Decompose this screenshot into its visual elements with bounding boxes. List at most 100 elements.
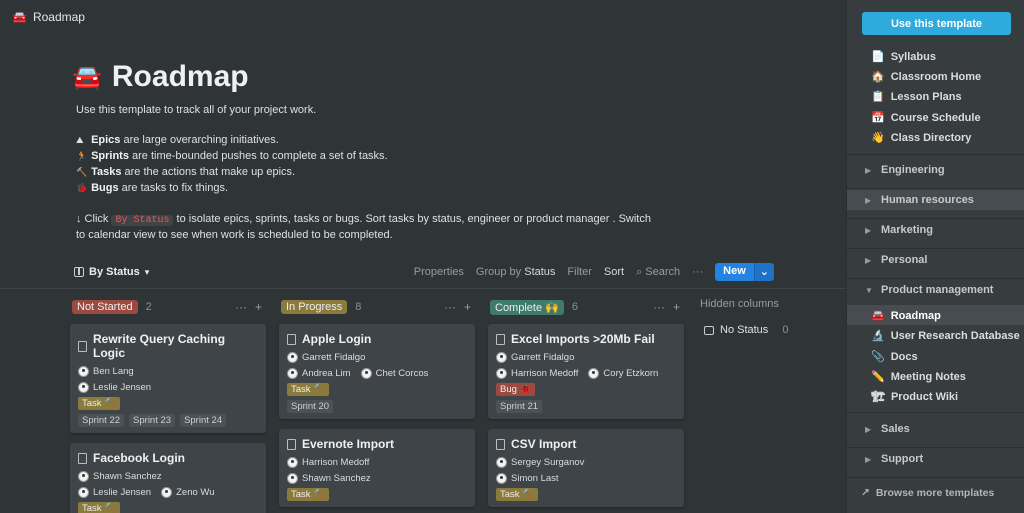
add-icon[interactable]: + <box>464 300 471 314</box>
page-emoji-icon: 📅 <box>871 111 885 124</box>
sidebar-link[interactable]: 🏗 Product Wiki <box>871 390 958 403</box>
sidebar-link[interactable]: 🏠 Classroom Home <box>871 70 981 83</box>
browse-templates-link[interactable]: ↗ Browse more templates <box>861 487 994 499</box>
sidebar-link[interactable]: 👋 Class Directory <box>871 131 971 144</box>
people-row: Harrison Medoff <box>287 457 467 468</box>
column-header: Not Started 2 ··· + <box>72 298 266 316</box>
page-title-text[interactable]: Roadmap <box>112 60 249 94</box>
people-row: Garrett Fidalgo <box>287 352 467 363</box>
divider <box>847 188 1024 189</box>
sidebar-group[interactable]: ▶ Engineering <box>865 164 945 176</box>
divider <box>847 248 1024 249</box>
use-template-button[interactable]: Use this template <box>862 12 1011 35</box>
database-view-bar: By Status ▾ Properties Group by Status F… <box>74 262 774 282</box>
breadcrumb-title[interactable]: Roadmap <box>33 10 85 24</box>
column-tools: ··· + <box>653 300 680 314</box>
sidebar-link[interactable]: ✏️ Meeting Notes <box>871 370 966 383</box>
new-dropdown-button[interactable]: ⌄ <box>753 263 774 281</box>
new-button[interactable]: New <box>715 263 754 281</box>
column-status-tag[interactable]: Complete 🙌 <box>490 299 564 315</box>
sidebar-group-label: Marketing <box>881 224 933 236</box>
search-button[interactable]: ⌕ Search <box>636 266 680 279</box>
add-icon[interactable]: + <box>673 300 680 314</box>
sidebar-group[interactable]: ▼ Product management <box>865 284 993 296</box>
avatar <box>287 457 298 468</box>
bullet-term: Bugs <box>91 182 119 194</box>
person: Leslie Jensen <box>78 382 151 393</box>
column-status-tag[interactable]: In Progress <box>281 300 348 314</box>
person-name: Garrett Fidalgo <box>302 352 366 363</box>
sidebar-group[interactable]: ▶ Human resources <box>865 194 974 206</box>
person-name: Andrea Lim <box>302 368 351 379</box>
board-card[interactable]: Evernote Import Harrison Medoff Shawn Sanc… <box>279 429 475 507</box>
avatar <box>287 368 298 379</box>
filter-button[interactable]: Filter <box>567 266 591 278</box>
column-tools: ··· + <box>235 300 262 314</box>
triangle-right-icon: ▶ <box>865 255 872 265</box>
divider <box>847 218 1024 219</box>
person-name: Shawn Sanchez <box>93 471 162 482</box>
board-card[interactable]: Facebook Login Shawn Sanchez Leslie Jensen… <box>70 443 266 513</box>
car-icon: 🚘 <box>12 10 27 24</box>
board-column-complete: Complete 🙌 6 ··· + Excel Imports >20Mb Fail G… <box>488 298 684 507</box>
hidden-column-label: No Status <box>720 324 769 336</box>
card-title: CSV Import <box>496 437 676 451</box>
board-card[interactable]: CSV Import Sergey Surganov Simon Last Task … <box>488 429 684 507</box>
board-card[interactable]: Excel Imports >20Mb Fail Garrett Fidalgo H… <box>488 324 684 419</box>
people-row: Leslie Jensen Zeno Wu <box>78 487 258 498</box>
sidebar-link-label: User Research Database <box>890 329 1020 342</box>
card-tags: Task 🔨 <box>287 383 467 396</box>
sidebar-group[interactable]: ▶ Personal <box>865 254 927 266</box>
sprint-tags: Sprint 20 <box>287 400 467 413</box>
person: Chet Corcos <box>360 368 428 379</box>
triangle-right-icon: ▶ <box>865 195 872 205</box>
sidebar-link[interactable]: 📄 Syllabus <box>871 50 936 63</box>
view-selector[interactable]: By Status ▾ <box>74 266 149 278</box>
card-title: Evernote Import <box>287 437 467 451</box>
person: Garrett Fidalgo <box>287 352 365 363</box>
more-button[interactable]: ··· <box>692 266 703 278</box>
hidden-column-no-status[interactable]: No Status 0 <box>700 324 840 336</box>
sidebar-link[interactable]: 📅 Course Schedule <box>871 111 981 124</box>
instructions-line-2: to calendar view to see when work is sch… <box>76 229 393 241</box>
column-header: In Progress 8 ··· + <box>281 298 475 316</box>
add-icon[interactable]: + <box>255 300 262 314</box>
person: Simon Last <box>496 473 559 484</box>
sort-button[interactable]: Sort <box>604 266 624 278</box>
sidebar-link[interactable]: 🚘 Roadmap <box>871 309 941 322</box>
search-icon: ⌕ <box>636 265 643 278</box>
sidebar-link[interactable]: 📋 Lesson Plans <box>871 90 962 103</box>
search-label: Search <box>645 265 681 278</box>
board-card[interactable]: Rewrite Query Caching Logic Ben Lang Lesli… <box>70 324 266 433</box>
person: Leslie Jensen <box>78 487 151 498</box>
triangle-down-icon: ▼ <box>865 285 873 295</box>
view-controls: Properties Group by Status Filter Sort ⌕… <box>414 263 774 281</box>
people-row: Andrea Lim Chet Corcos <box>287 368 467 379</box>
sidebar-group[interactable]: ▶ Sales <box>865 423 910 435</box>
sidebar-link[interactable]: 🔬 User Research Database <box>871 329 1020 342</box>
board-card[interactable]: Apple Login Garrett Fidalgo Andrea Lim Chet… <box>279 324 475 419</box>
more-options-icon[interactable]: ··· <box>444 300 456 314</box>
person-name: Leslie Jensen <box>93 487 152 498</box>
avatar <box>78 471 89 482</box>
person: Shawn Sanchez <box>287 473 371 484</box>
card-title-text: Excel Imports >20Mb Fail <box>511 332 655 346</box>
sidebar-group[interactable]: ▶ Support <box>865 453 923 465</box>
page-emoji-icon: 🚘 <box>871 309 885 322</box>
more-options-icon[interactable]: ··· <box>653 300 665 314</box>
type-tag: Task 🔨 <box>287 488 330 501</box>
more-options-icon[interactable]: ··· <box>235 300 247 314</box>
person-name: Sergey Surganov <box>511 457 585 468</box>
sidebar-group[interactable]: ▶ Marketing <box>865 224 933 236</box>
column-count: 2 <box>145 301 152 313</box>
group-by-button[interactable]: Group by Status <box>476 266 556 278</box>
properties-button[interactable]: Properties <box>414 266 464 278</box>
sidebar-group-label: Personal <box>881 254 928 266</box>
car-icon[interactable]: 🚘 <box>72 63 102 91</box>
sidebar-link[interactable]: 📎 Docs <box>871 350 918 363</box>
sidebar-group-label: Human resources <box>881 194 974 206</box>
breadcrumb[interactable]: 🚘 Roadmap <box>12 10 85 24</box>
column-status-tag[interactable]: Not Started <box>72 300 138 314</box>
avatar <box>496 473 507 484</box>
sprint-tag: Sprint 22 <box>78 414 125 427</box>
